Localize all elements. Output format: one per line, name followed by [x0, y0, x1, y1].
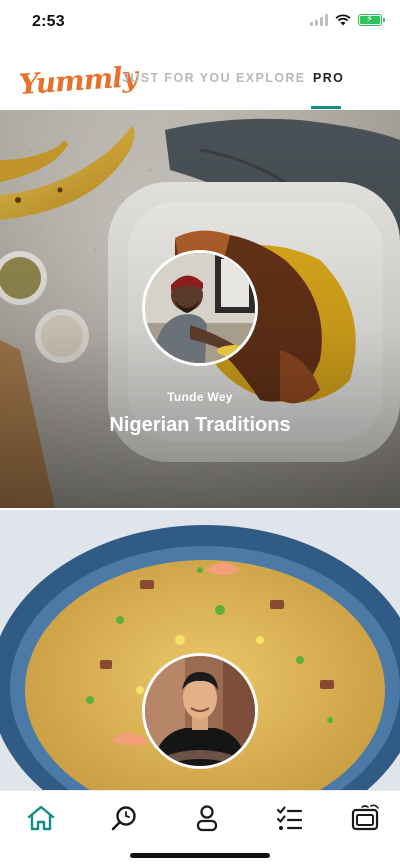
- nav-home-button[interactable]: [24, 801, 58, 835]
- tab-pro[interactable]: PRO: [313, 71, 344, 85]
- collection-card[interactable]: Tunde Wey Nigerian Traditions: [0, 110, 400, 508]
- nav-profile-button[interactable]: [190, 801, 224, 835]
- status-bar: 2:53 ⚡: [0, 0, 400, 46]
- nav-smart-appliance-button[interactable]: [348, 801, 382, 835]
- battery-charging-icon: ⚡: [358, 14, 385, 26]
- yummly-logo[interactable]: Yummly: [18, 60, 138, 101]
- home-icon: [27, 805, 55, 831]
- collection-title: Nigerian Traditions: [109, 414, 291, 436]
- tab-just-for-you[interactable]: JUST FOR YOU: [122, 71, 231, 85]
- cellular-signal-icon: [310, 14, 328, 26]
- wifi-icon: [335, 14, 351, 26]
- home-indicator[interactable]: [130, 853, 270, 858]
- tab-explore[interactable]: EXPLORE: [236, 71, 306, 85]
- chef-name: Tunde Wey: [167, 390, 233, 404]
- chef-avatar: [142, 653, 258, 769]
- profile-icon: [196, 805, 218, 832]
- smart-oven-icon: [351, 804, 379, 831]
- app-header: Yummly JUST FOR YOU EXPLORE PRO: [0, 46, 400, 110]
- active-tab-indicator: [311, 106, 341, 109]
- status-time: 2:53: [32, 13, 65, 30]
- collection-card[interactable]: [0, 510, 400, 790]
- search-icon: [111, 806, 136, 831]
- nav-search-button[interactable]: [107, 801, 141, 835]
- status-icons: ⚡: [310, 14, 385, 26]
- checklist-icon: [276, 806, 303, 830]
- nav-shopping-list-button[interactable]: [272, 801, 306, 835]
- chef-avatar: [142, 250, 258, 366]
